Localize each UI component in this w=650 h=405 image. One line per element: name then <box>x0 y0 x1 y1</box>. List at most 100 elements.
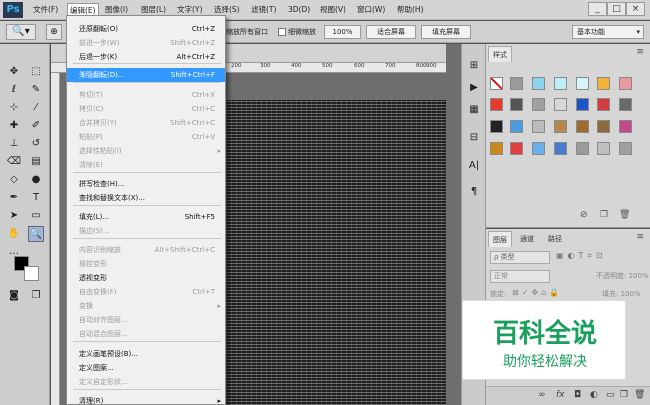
properties-icon[interactable]: ▦ <box>466 102 482 118</box>
quick-select-tool-icon[interactable]: ✎ <box>28 82 44 98</box>
fill-field[interactable]: 填充: 100% <box>602 289 641 299</box>
panel-menu-icon[interactable]: ≡ <box>636 47 644 57</box>
brush-tool-icon[interactable]: ✐ <box>28 118 44 134</box>
screen-mode-icon[interactable]: ❐ <box>28 288 44 304</box>
edit-menu-item[interactable]: 渐隐翻転(D)... Shift+Ctrl+F <box>67 68 225 82</box>
marquee-tool-icon[interactable]: ⬚ <box>28 64 44 80</box>
clone-source-icon[interactable]: ⊟ <box>466 130 482 146</box>
minimize-button[interactable]: _ <box>588 2 607 16</box>
style-swatch[interactable] <box>576 120 589 133</box>
style-swatch[interactable] <box>510 120 523 133</box>
opacity-field[interactable]: 不透明度: 100% <box>596 271 649 281</box>
style-swatch[interactable] <box>510 142 523 155</box>
maximize-button[interactable]: □ <box>607 2 626 16</box>
style-swatch[interactable] <box>597 120 610 133</box>
edit-menu-item[interactable]: 透视变形 <box>67 271 225 285</box>
background-color-swatch[interactable] <box>24 266 39 281</box>
style-swatch[interactable] <box>597 142 610 155</box>
edit-menu-item[interactable]: 还原翻転(O) Ctrl+Z <box>67 22 225 36</box>
style-swatch[interactable] <box>490 120 503 133</box>
workspace-select[interactable]: 基本功能 ▾ <box>572 25 644 39</box>
tab-layers[interactable]: 图层 <box>488 231 512 247</box>
lasso-tool-icon[interactable]: ℓ <box>6 82 22 98</box>
gradient-tool-icon[interactable]: ▤ <box>28 154 44 170</box>
style-swatch[interactable] <box>597 77 610 90</box>
eraser-tool-icon[interactable]: ⌫ <box>6 154 22 170</box>
adjustment-layer-icon[interactable]: ◐ <box>590 390 598 400</box>
type-tool-icon[interactable]: T <box>28 190 44 206</box>
hand-tool-icon[interactable]: ✋ <box>6 226 22 242</box>
style-swatch[interactable] <box>510 98 523 111</box>
style-swatch[interactable] <box>597 98 610 111</box>
move-tool-icon[interactable]: ✥ <box>6 64 22 80</box>
style-swatch[interactable] <box>619 120 632 133</box>
zoom-all-windows-checkbox[interactable]: 缩放所有窗口 <box>226 27 268 37</box>
zoom-in-icon[interactable]: ⊕ <box>46 24 62 40</box>
style-swatch[interactable] <box>490 98 503 111</box>
mask-icon[interactable]: ◘ <box>574 390 581 400</box>
edit-menu-item[interactable]: 定义画笔预设(B)... <box>67 347 225 361</box>
edit-menu-item[interactable]: 填充(L)... Shift+F5 <box>67 210 225 224</box>
style-swatch[interactable] <box>554 77 567 90</box>
delete-style-icon[interactable]: 🗑 <box>619 210 630 220</box>
close-button[interactable]: × <box>626 2 645 16</box>
style-swatch[interactable] <box>619 77 632 90</box>
style-swatch[interactable] <box>619 142 632 155</box>
layer-filter-icons[interactable]: ▣◐T⌗⊡ <box>556 251 644 264</box>
layer-filter-kind-select[interactable]: ρ 类型 <box>490 251 550 264</box>
crop-tool-icon[interactable]: ⊹ <box>6 100 22 116</box>
style-swatch[interactable] <box>532 98 545 111</box>
delete-layer-icon[interactable]: 🗑 <box>634 390 645 400</box>
menu-file[interactable]: 文件(F) <box>31 3 60 17</box>
dodge-tool-icon[interactable]: ● <box>28 172 44 188</box>
edit-menu-item[interactable]: 清理(R) ▸ <box>67 394 225 404</box>
history-brush-icon[interactable]: ↺ <box>28 136 44 152</box>
new-style-icon[interactable]: ❐ <box>600 210 608 220</box>
menu-filter[interactable]: 滤镜(T) <box>249 3 278 17</box>
actions-play-icon[interactable]: ▶ <box>466 80 482 96</box>
clear-style-icon[interactable]: ⊘ <box>580 210 588 220</box>
zoom-tool-icon[interactable]: 🔍 <box>28 226 44 242</box>
lock-icons[interactable]: ⊠✓✥⌂🔒 <box>512 288 562 297</box>
blend-mode-select[interactable]: 正常 <box>490 270 550 283</box>
tab-styles[interactable]: 样式 <box>488 46 512 62</box>
edit-menu-item[interactable]: 拼写检查(H)... <box>67 177 225 191</box>
fx-icon[interactable]: fx <box>556 390 565 400</box>
style-swatch[interactable] <box>532 120 545 133</box>
fill-screen-button[interactable]: 填充屏幕 <box>421 25 471 39</box>
scrubby-zoom-checkbox[interactable]: 细微缩放 <box>278 27 316 37</box>
tab-paths[interactable]: 路径 <box>544 231 566 247</box>
blur-tool-icon[interactable]: ◇ <box>6 172 22 188</box>
zoom-100-button[interactable]: 100% <box>324 25 361 39</box>
history-panel-icon[interactable]: ⊞ <box>466 58 482 74</box>
style-swatch[interactable] <box>576 142 589 155</box>
style-swatch[interactable] <box>490 77 503 90</box>
pen-tool-icon[interactable]: ✒ <box>6 190 22 206</box>
zoom-tool-preset-icon[interactable]: 🔍▾ <box>6 24 36 40</box>
paragraph-panel-icon[interactable]: ¶ <box>466 184 482 200</box>
quick-mask-icon[interactable]: ◙ <box>6 288 22 304</box>
menu-view[interactable]: 视图(V) <box>318 3 348 17</box>
eyedropper-tool-icon[interactable]: ⁄ <box>28 100 44 116</box>
panel-menu-icon[interactable]: ≡ <box>636 232 644 242</box>
healing-brush-icon[interactable]: ✚ <box>6 118 22 134</box>
style-swatch[interactable] <box>554 98 567 111</box>
style-swatch[interactable] <box>490 142 503 155</box>
new-layer-icon[interactable]: ❐ <box>620 390 628 400</box>
character-panel-icon[interactable]: A| <box>466 158 482 174</box>
rectangle-tool-icon[interactable]: ▭ <box>28 208 44 224</box>
menu-window[interactable]: 窗口(W) <box>355 3 387 17</box>
edit-menu-item[interactable]: 后退一步(K) Alt+Ctrl+Z <box>67 50 225 64</box>
clone-stamp-icon[interactable]: ⊥ <box>6 136 22 152</box>
style-swatch[interactable] <box>619 98 632 111</box>
path-select-tool-icon[interactable]: ➤ <box>6 208 22 224</box>
edit-menu-item[interactable]: 查找和替换文本(X)... <box>67 191 225 205</box>
style-swatch[interactable] <box>576 98 589 111</box>
style-swatch[interactable] <box>510 77 523 90</box>
menu-help[interactable]: 帮助(H) <box>395 3 426 17</box>
style-swatch[interactable] <box>554 142 567 155</box>
menu-3d[interactable]: 3D(D) <box>286 3 312 17</box>
document-canvas-image[interactable] <box>226 100 446 405</box>
group-folder-icon[interactable]: ▭ <box>606 390 615 400</box>
fit-screen-button[interactable]: 适合屏幕 <box>366 25 416 39</box>
